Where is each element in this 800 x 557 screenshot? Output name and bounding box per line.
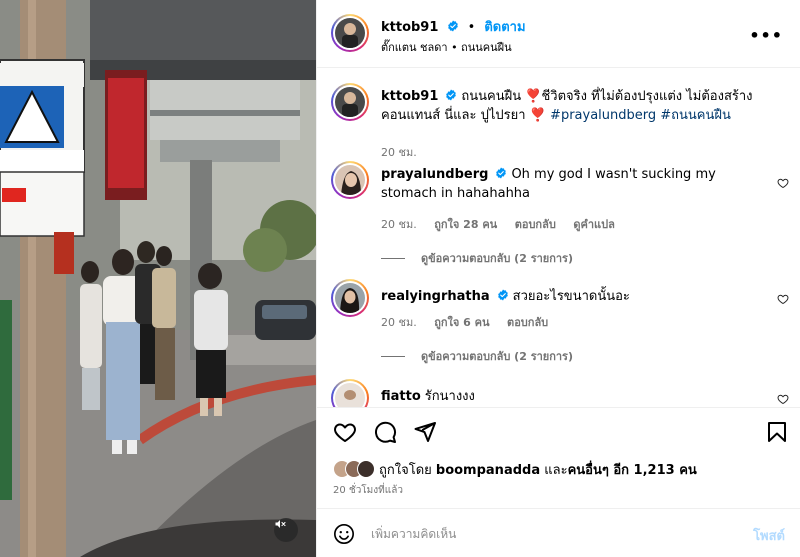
separator-dot: • <box>467 20 476 35</box>
translate-button[interactable]: ดูคำแปล <box>573 218 615 231</box>
comment-username[interactable]: realyingrhatha <box>381 289 490 304</box>
comment-meta: 20 ชม. ถูกใจ 28 คน ตอบกลับ ดูคำแปล <box>381 215 629 233</box>
author-username[interactable]: kttob91 <box>381 20 438 35</box>
liker-avatar[interactable] <box>357 460 375 478</box>
author-avatar[interactable] <box>331 14 369 52</box>
street-scene-image <box>0 0 316 557</box>
comment-body: รักนางงง <box>424 389 475 404</box>
avatar-image <box>335 283 365 313</box>
comment-like-heart-icon[interactable] <box>777 177 789 189</box>
verified-badge-icon <box>447 20 458 32</box>
liked-by-text: ถูกใจโดย boompanadda และคนอื่นๆ อีก 1,21… <box>379 459 697 480</box>
comment-username[interactable]: fiatto <box>381 389 421 404</box>
comment-like-heart-icon[interactable] <box>777 293 789 305</box>
view-replies-button[interactable]: ดูข้อความตอบกลับ (2 รายการ) <box>381 347 573 365</box>
post-location[interactable]: ตั๊กแตน ชลดา • ถนนคนฝืน <box>381 38 512 56</box>
avatar-image <box>335 165 365 195</box>
avatar-image <box>335 18 365 48</box>
caption-hashtags[interactable]: #prayalundberg #ถนนคนฝืน <box>550 108 731 123</box>
header-title-row: kttob91 • ติดตาม <box>381 16 526 37</box>
commenter-avatar[interactable] <box>331 161 369 199</box>
post-media[interactable] <box>0 0 316 557</box>
caption-username[interactable]: kttob91 <box>381 89 438 104</box>
liked-by-user[interactable]: boompanadda <box>436 463 540 478</box>
more-options-icon[interactable]: ••• <box>749 26 783 45</box>
share-icon[interactable] <box>413 420 437 444</box>
liked-by-prefix: ถูกใจโดย <box>379 462 436 478</box>
comment-input[interactable] <box>371 523 731 545</box>
liked-by-and: และ <box>540 462 568 478</box>
likes-summary: ถูกใจโดย boompanadda และคนอื่นๆ อีก 1,21… <box>333 458 697 480</box>
post-comment-button[interactable]: โพสต์ <box>753 525 785 546</box>
commenter-avatar[interactable] <box>331 279 369 317</box>
speaker-muted-icon <box>275 520 286 528</box>
comment-like-heart-icon[interactable] <box>777 393 789 405</box>
comment-time: 20 ชม. <box>381 218 417 231</box>
caption-time: 20 ชม. <box>381 146 417 159</box>
view-replies-label: ดูข้อความตอบกลับ (2 รายการ) <box>421 252 573 265</box>
follow-button[interactable]: ติดตาม <box>484 20 525 35</box>
caption-text: kttob91 ถนนคนฝืน ❣️ชีวิตจริง ที่ไม่ต้องปร… <box>381 87 771 125</box>
mute-button[interactable] <box>274 518 298 542</box>
replies-divider-line <box>381 355 405 357</box>
comment-body: สวยอะไรขนาดนั้นอะ <box>512 289 630 304</box>
comment-username[interactable]: prayalundberg <box>381 167 488 182</box>
reply-button[interactable]: ตอบกลับ <box>507 316 548 329</box>
comment-text: fiatto รักนางงง <box>381 387 771 406</box>
post-timestamp[interactable]: 20 ชั่วโมงที่แล้ว <box>333 483 403 498</box>
caption-avatar[interactable] <box>331 83 369 121</box>
caption-meta: 20 ชม. <box>381 143 431 161</box>
comment-time: 20 ชม. <box>381 316 417 329</box>
comment-meta: 20 ชม. ถูกใจ 6 คน ตอบกลับ <box>381 313 562 331</box>
reply-button[interactable]: ตอบกลับ <box>515 218 556 231</box>
bookmark-icon[interactable] <box>765 420 789 444</box>
heart-icon[interactable] <box>333 420 357 444</box>
liked-by-others[interactable]: คนอื่นๆ อีก 1,213 คน <box>568 463 697 478</box>
verified-badge-icon <box>496 167 507 179</box>
view-replies-button[interactable]: ดูข้อความตอบกลับ (2 รายการ) <box>381 249 573 267</box>
comment-icon[interactable] <box>373 420 397 444</box>
view-replies-label: ดูข้อความตอบกลับ (2 รายการ) <box>421 350 573 363</box>
comments-list: kttob91 ถนนคนฝืน ❣️ชีวิตจริง ที่ไม่ต้องปร… <box>317 69 800 407</box>
post-header: kttob91 • ติดตาม ตั๊กแตน ชลดา • ถนนคนฝืน… <box>317 0 800 68</box>
verified-badge-icon <box>446 89 457 101</box>
replies-divider-line <box>381 257 405 259</box>
comment-likes-count[interactable]: ถูกใจ 6 คน <box>434 316 489 329</box>
emoji-icon[interactable] <box>333 523 355 545</box>
post-action-bar <box>317 407 800 455</box>
verified-badge-icon <box>497 289 508 301</box>
avatar-image <box>335 87 365 117</box>
comment-composer: โพสต์ <box>317 508 800 557</box>
comment-text: prayalundberg Oh my god I wasn't sucking … <box>381 165 771 203</box>
commenter-avatar[interactable] <box>331 379 369 407</box>
comment-text: realyingrhatha สวยอะไรขนาดนั้นอะ <box>381 287 771 306</box>
post-details-panel: kttob91 • ติดตาม ตั๊กแตน ชลดา • ถนนคนฝืน… <box>316 0 800 557</box>
comment-likes-count[interactable]: ถูกใจ 28 คน <box>434 218 497 231</box>
avatar-image <box>335 383 365 407</box>
